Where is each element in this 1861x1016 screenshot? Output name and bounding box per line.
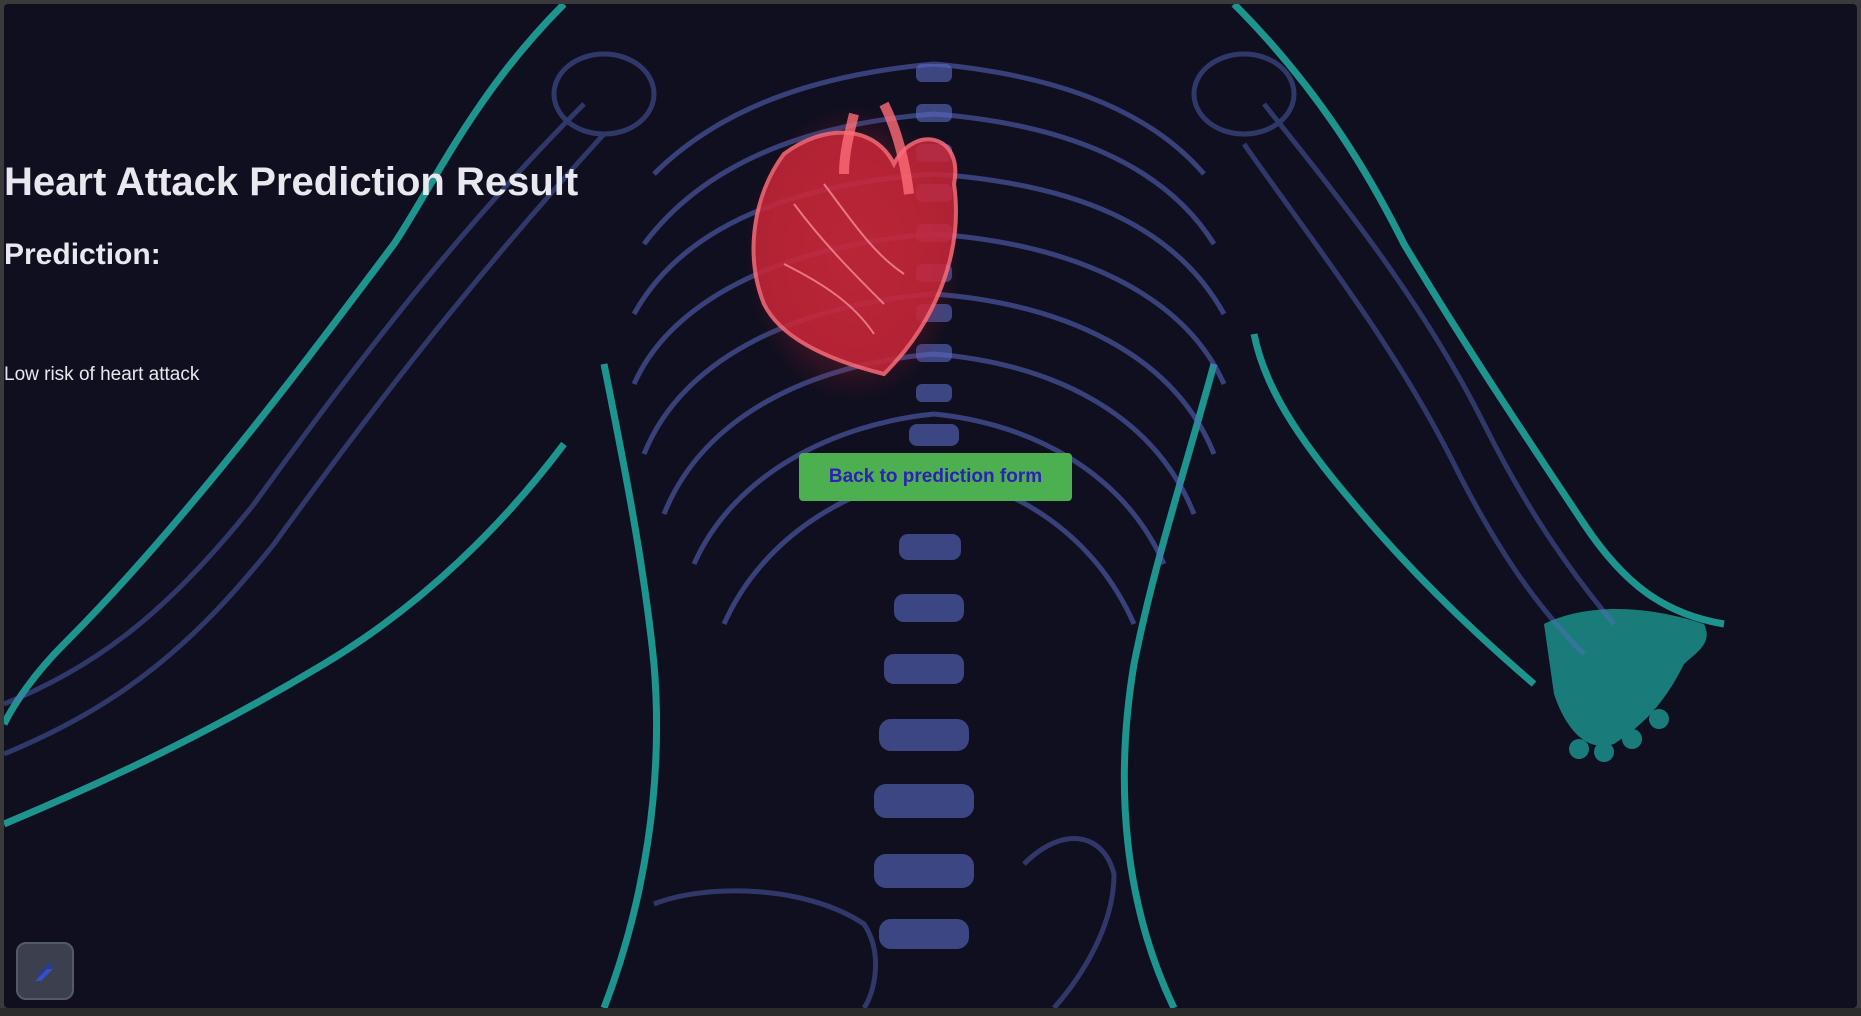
page-viewport: Heart Attack Prediction Result Predictio… [4, 4, 1857, 1008]
prediction-result-text: Low risk of heart attack [4, 364, 200, 385]
back-to-form-button[interactable]: Back to prediction form [799, 453, 1072, 501]
app-logo-button[interactable] [16, 942, 74, 1000]
prediction-heading: Prediction: [4, 238, 161, 271]
hand-shape [1544, 609, 1707, 762]
window-bottom-border [0, 1008, 1861, 1016]
app-logo-icon [35, 963, 55, 981]
page-title: Heart Attack Prediction Result [4, 160, 579, 204]
anatomy-background-illustration [4, 4, 1725, 1008]
